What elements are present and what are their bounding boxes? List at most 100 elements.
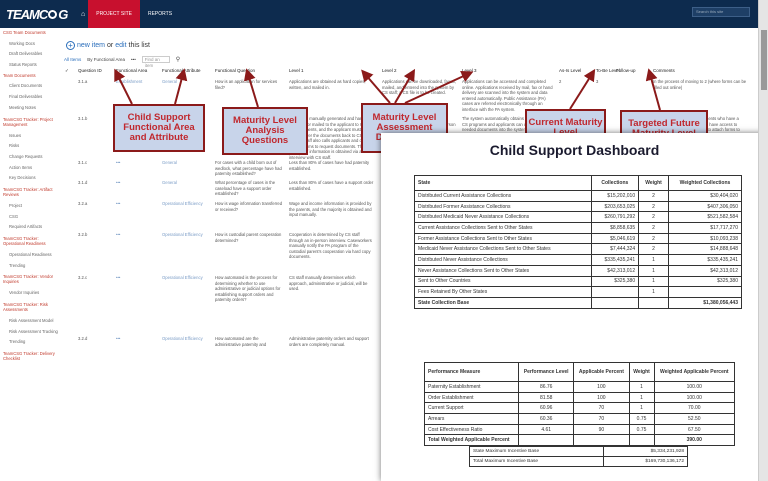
- column-header[interactable]: Follow-up: [616, 68, 636, 73]
- sidebar-item[interactable]: Change Requests: [0, 152, 60, 163]
- select-all-check-icon[interactable]: ✓: [65, 68, 69, 74]
- view-all-items[interactable]: All Items: [64, 57, 81, 62]
- cell-id[interactable]: 3.1.d: [78, 180, 108, 186]
- column-header[interactable]: Functional Area: [116, 68, 147, 73]
- incentive-value: $169,730,136,172: [603, 456, 688, 467]
- collections-header: Weighted Collections: [667, 175, 743, 191]
- collections-cell: 1: [638, 275, 669, 288]
- column-header[interactable]: Level 2: [382, 68, 397, 73]
- more-views-icon[interactable]: •••: [131, 57, 136, 62]
- incentive-row: Total Maximum Incentive Base $169,730,136…: [468, 456, 688, 467]
- callout-analysis-questions: Maturity Level Analysis Questions: [222, 107, 308, 155]
- sidebar-section-heading[interactable]: TeamCSG Tracker: Operational Readiness: [0, 233, 60, 250]
- sidebar-item[interactable]: Status Reports: [0, 60, 60, 71]
- cell-id[interactable]: 3.2.d: [78, 336, 108, 342]
- performance-cell: 100.00: [653, 391, 736, 404]
- cell-id[interactable]: 3.1.a: [78, 79, 108, 85]
- sidebar-item[interactable]: Issues: [0, 131, 60, 142]
- collections-total-empty: [638, 296, 669, 309]
- collections-cell: $325,380: [667, 275, 743, 288]
- performance-cell: 1: [628, 402, 655, 415]
- performance-row: Current Support 60.96 70 1 70.00: [423, 402, 736, 415]
- column-header[interactable]: Comments: [653, 68, 675, 73]
- teamcsg-logo[interactable]: TEAMC G: [0, 0, 78, 28]
- find-item-input[interactable]: Find an item: [141, 56, 170, 68]
- sidebar-item[interactable]: CSG: [0, 212, 60, 223]
- cell-id[interactable]: 3.1.c: [78, 160, 108, 166]
- tab-project-site[interactable]: PROJECT SITE: [88, 0, 140, 28]
- cell-question: How is custodial parent cooperation dete…: [215, 232, 282, 243]
- performance-cell: Arrears: [423, 413, 520, 425]
- column-header[interactable]: Level 3: [462, 68, 477, 73]
- sidebar-item[interactable]: Meeting Notes: [0, 103, 60, 114]
- column-header[interactable]: Question ID: [78, 68, 102, 73]
- cell-id[interactable]: 3.2.a: [78, 201, 108, 207]
- view-by-area[interactable]: By Functional Area: [87, 57, 125, 62]
- sidebar-item[interactable]: Action Items: [0, 163, 60, 174]
- sidebar-item[interactable]: Client Documents: [0, 81, 60, 92]
- sidebar-section-heading[interactable]: TeamCSG Tracker: Risk Assessments: [0, 299, 60, 316]
- performance-header: Applicable Percent: [573, 362, 630, 382]
- sidebar-item[interactable]: Trending: [0, 261, 60, 272]
- new-item-link[interactable]: new item: [77, 42, 105, 49]
- sidebar-section-heading[interactable]: CSG Team Documents: [0, 28, 60, 39]
- sidebar-item[interactable]: Risks: [0, 141, 60, 152]
- column-header[interactable]: Level 1: [289, 68, 304, 73]
- sidebar-item[interactable]: Vendor Inquiries: [0, 288, 60, 299]
- collections-cell: 1: [638, 286, 669, 298]
- cell-level1: Cooperation is determined by CS staff th…: [289, 232, 372, 259]
- performance-cell: 52.50: [653, 413, 736, 425]
- performance-cell: 1: [628, 381, 655, 393]
- sidebar-item[interactable]: Operational Readiness: [0, 250, 60, 261]
- sidebar-item[interactable]: Working Docs: [0, 39, 60, 50]
- performance-cell: 67.50: [653, 423, 736, 436]
- cell-id[interactable]: 3.2.c: [78, 275, 108, 281]
- sidebar-item[interactable]: Draft Deliverables: [0, 49, 60, 60]
- performance-total-value: 390.00: [653, 434, 736, 447]
- sidebar-item[interactable]: Key Decisions: [0, 173, 60, 184]
- sidebar-item[interactable]: Risk Assessment Model: [0, 316, 60, 327]
- sidebar-section-heading[interactable]: TeamCSG Tracker: Vendor Inquiries: [0, 271, 60, 288]
- page-scrollbar[interactable]: [758, 0, 768, 481]
- collections-total-value: $1,380,056,443: [667, 296, 743, 309]
- sidebar-item[interactable]: Final Deliverables: [0, 92, 60, 103]
- sidebar-section-heading[interactable]: TeamCSG Tracker: Artifact Reviews: [0, 184, 60, 201]
- cell-id[interactable]: 3.1.b: [78, 116, 108, 122]
- collections-cell: Former Assistance Collections Sent to Ot…: [414, 232, 592, 245]
- sidebar-item[interactable]: Required Artifacts: [0, 222, 60, 233]
- cell-level1: Less than 80% of cases have had paternit…: [289, 160, 370, 171]
- site-search-input[interactable]: Search this site: [692, 7, 750, 17]
- search-icon[interactable]: ⚲: [176, 56, 180, 63]
- column-header[interactable]: Functional Question: [215, 68, 255, 73]
- collections-row: Medicaid Never Assistance Collections Se…: [414, 243, 743, 256]
- collections-cell: [667, 286, 743, 298]
- cell-level1: Administrative paternity orders and supp…: [289, 336, 369, 347]
- incentive-table: State Maximum Incentive Base $5,334,231,9…: [468, 446, 688, 467]
- incentive-value: $5,334,231,928: [603, 446, 688, 457]
- cell-level2: Applications can be downloaded, faxed, m…: [382, 79, 456, 95]
- collections-cell: Medicaid Never Assistance Collections Se…: [414, 243, 592, 256]
- cell-id[interactable]: 3.2.b: [78, 232, 108, 238]
- tab-reports[interactable]: REPORTS: [140, 0, 180, 28]
- sidebar-section-heading[interactable]: TeamCSG Tracker: Project Management: [0, 114, 60, 131]
- cell-area: Establishment: [116, 79, 143, 84]
- sidebar-section-heading[interactable]: Team Documents: [0, 71, 60, 82]
- scrollbar-thumb[interactable]: [761, 30, 767, 90]
- collections-cell: $42,313,012: [590, 264, 640, 277]
- sidebar-section-heading[interactable]: TeamCSG Tracker: Delivery Checklist: [0, 348, 60, 365]
- edit-list-link[interactable]: edit: [115, 42, 126, 49]
- nav-home-icon[interactable]: ⌂: [78, 0, 88, 28]
- add-icon[interactable]: +: [66, 41, 75, 50]
- column-header[interactable]: As-Is Level: [559, 68, 581, 73]
- sidebar-item[interactable]: Trending: [0, 337, 60, 348]
- collections-cell: 1: [638, 254, 669, 266]
- performance-cell: 100.00: [653, 381, 736, 393]
- sidebar-item[interactable]: Risk Assessment Tracking: [0, 327, 60, 338]
- column-header[interactable]: Functional Attribute: [162, 68, 201, 73]
- cell-area: •••: [116, 201, 121, 206]
- collections-cell: $7,444,324: [590, 243, 640, 256]
- sidebar-item[interactable]: Project: [0, 201, 60, 212]
- child-support-dashboard: Child Support Dashboard State Collections…: [381, 133, 768, 481]
- performance-cell: 4.61: [518, 423, 575, 436]
- cell-level1: Wage and income information is provided …: [289, 201, 372, 217]
